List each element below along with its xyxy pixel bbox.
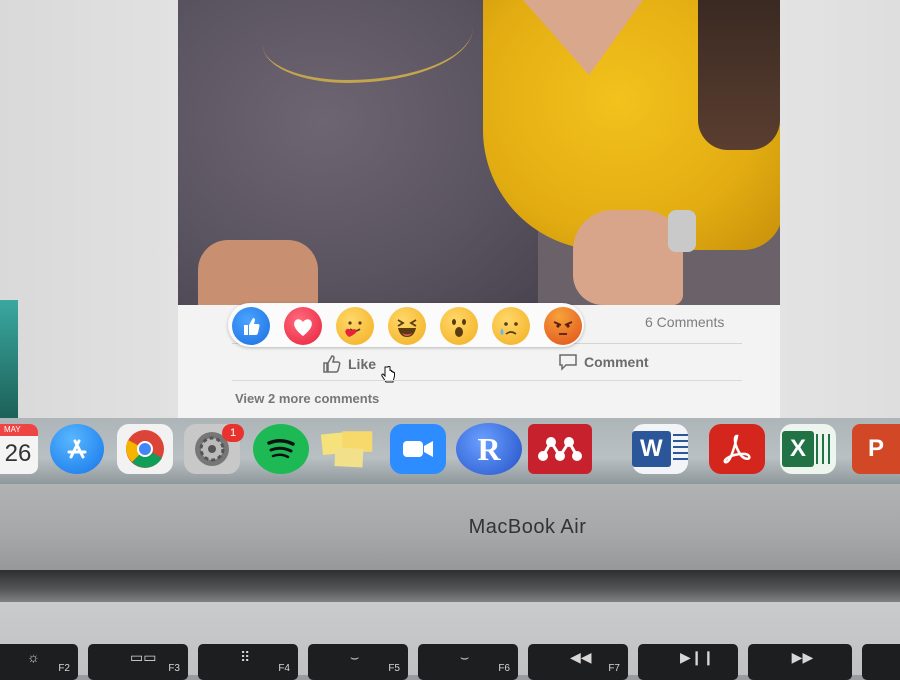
reactions-bar xyxy=(228,303,584,347)
comment-button[interactable]: Comment xyxy=(558,352,649,372)
like-button[interactable]: Like xyxy=(322,354,376,374)
keyboard-light-up-icon: ⌣ xyxy=(460,649,470,665)
macos-dock: MAY 26 R W X P xyxy=(0,418,900,484)
speech-bubble-icon xyxy=(559,354,577,371)
rstudio-icon[interactable]: R xyxy=(456,423,522,475)
calendar-day: 26 xyxy=(4,440,32,467)
facebook-post xyxy=(178,0,780,420)
thumbs-up-icon xyxy=(323,355,341,373)
zoom-icon[interactable] xyxy=(390,424,446,474)
word-lines xyxy=(672,434,688,464)
like-label: Like xyxy=(348,356,377,372)
word-letter: W xyxy=(632,431,671,467)
comment-label: Comment xyxy=(584,354,649,370)
photo-watch xyxy=(668,210,696,252)
word-icon[interactable]: W xyxy=(632,424,688,474)
key-label: F4 xyxy=(278,663,290,674)
like-reaction-icon[interactable] xyxy=(232,307,270,345)
desktop-wallpaper-edge xyxy=(0,300,18,420)
hand-cursor-icon xyxy=(381,366,395,383)
photo-arm xyxy=(198,240,318,305)
mendeley-icon[interactable] xyxy=(528,424,592,474)
acrobat-icon[interactable] xyxy=(709,424,765,474)
notification-badge: 1 xyxy=(222,424,244,442)
calendar-icon[interactable]: MAY 26 xyxy=(0,424,38,474)
mission-control-icon: ▭▭ xyxy=(130,649,157,665)
view-more-comments-link[interactable]: View 2 more comments xyxy=(235,391,379,406)
chrome-icon[interactable] xyxy=(117,424,173,474)
laptop-brand-label: MacBook Air xyxy=(468,516,587,538)
love-reaction-icon[interactable] xyxy=(284,307,322,345)
key-label: F5 xyxy=(388,663,400,674)
excel-icon[interactable]: X xyxy=(780,424,836,474)
post-photo[interactable] xyxy=(178,0,780,305)
fast-forward-icon: ▶▶ xyxy=(791,649,814,665)
excel-letter: X xyxy=(781,431,814,467)
photo-hand xyxy=(573,210,683,305)
key-label: F7 xyxy=(608,663,620,674)
spotify-icon[interactable] xyxy=(253,424,309,474)
calendar-month: MAY xyxy=(0,424,38,436)
haha-reaction-icon[interactable] xyxy=(388,307,426,345)
monitor-screen: 6 Comments Like Comment View 2 more comm… xyxy=(0,0,900,420)
photo-hair xyxy=(698,0,780,150)
launchpad-icon: ⠿ xyxy=(240,649,251,665)
comments-count[interactable]: 6 Comments xyxy=(645,314,724,330)
app-store-icon[interactable] xyxy=(50,424,104,474)
key-label: F2 xyxy=(58,663,70,674)
wow-reaction-icon[interactable] xyxy=(440,307,478,345)
excel-grid xyxy=(816,434,834,464)
sad-reaction-icon[interactable] xyxy=(492,307,530,345)
keyboard-light-down-icon: ⌣ xyxy=(350,649,360,665)
play-pause-icon: ▶❙❙ xyxy=(680,649,715,665)
rewind-icon: ◀◀ xyxy=(570,649,592,665)
angry-reaction-icon[interactable] xyxy=(544,307,582,345)
laptop-hinge xyxy=(0,570,900,602)
care-reaction-icon[interactable] xyxy=(336,307,374,345)
divider xyxy=(232,380,742,381)
key-label: F3 xyxy=(168,663,180,674)
brightness-up-icon: ☼ xyxy=(26,649,40,665)
key-label: F6 xyxy=(498,663,510,674)
stickies-icon[interactable] xyxy=(320,424,376,474)
powerpoint-icon[interactable]: P xyxy=(852,424,900,474)
